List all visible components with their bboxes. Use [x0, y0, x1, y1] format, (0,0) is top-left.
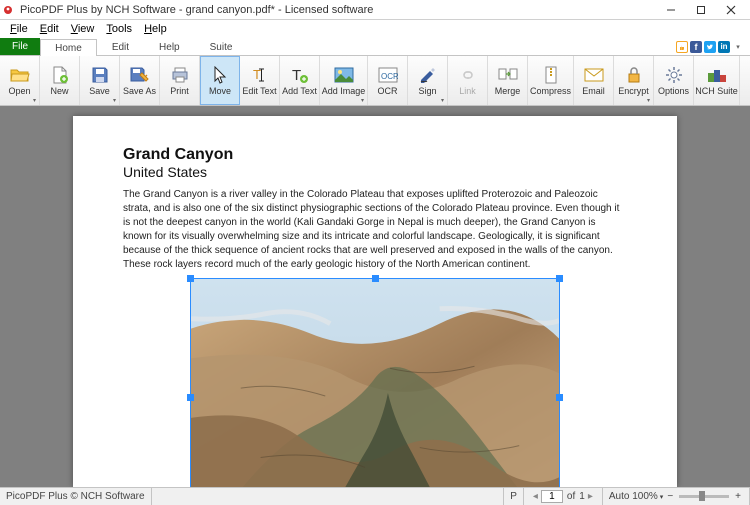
- workspace[interactable]: Grand Canyon United States The Grand Can…: [0, 106, 750, 487]
- chevron-down-icon: ▾: [113, 97, 116, 104]
- ocr-icon: OCR: [378, 65, 398, 85]
- save-icon: [91, 65, 109, 85]
- tab-edit[interactable]: Edit: [97, 38, 144, 55]
- gear-icon: [665, 65, 683, 85]
- compress-button[interactable]: Compress: [528, 56, 574, 105]
- zoom-in-button[interactable]: +: [733, 491, 743, 502]
- document-page[interactable]: Grand Canyon United States The Grand Can…: [73, 116, 677, 487]
- svg-text:T: T: [292, 67, 301, 84]
- edittext-button[interactable]: TEdit Text: [240, 56, 280, 105]
- title-bar: PicoPDF Plus by NCH Software - grand can…: [0, 0, 750, 20]
- page-navigator: ◂ of 1 ▸: [524, 488, 603, 505]
- print-icon: [171, 65, 189, 85]
- resize-handle-tr[interactable]: [556, 275, 563, 282]
- resize-handle-t[interactable]: [372, 275, 379, 282]
- new-button[interactable]: New: [40, 56, 80, 105]
- link-button[interactable]: Link: [448, 56, 488, 105]
- ocr-button[interactable]: OCROCR: [368, 56, 408, 105]
- menu-edit[interactable]: Edit: [34, 22, 65, 36]
- cursor-icon: [212, 65, 228, 85]
- status-bar: PicoPDF Plus © NCH Software P ◂ of 1 ▸ A…: [0, 487, 750, 505]
- image-icon: [334, 65, 354, 85]
- email-icon: [584, 65, 604, 85]
- share-dropdown-icon[interactable]: ▾: [732, 41, 744, 53]
- saveas-button[interactable]: Save As: [120, 56, 160, 105]
- new-document-icon: [52, 65, 68, 85]
- twitter-icon[interactable]: [704, 41, 716, 53]
- nchsuite-button[interactable]: NCH Suite: [694, 56, 740, 105]
- toolbar: Open▾ New Save▾ Save As Print Move TEdit…: [0, 56, 750, 106]
- merge-icon: [498, 65, 518, 85]
- resize-handle-l[interactable]: [187, 394, 194, 401]
- app-icon: [4, 4, 16, 16]
- options-button[interactable]: Options: [654, 56, 694, 105]
- chevron-down-icon: ▾: [441, 97, 444, 104]
- status-spacer: [152, 488, 505, 505]
- menu-help[interactable]: Help: [138, 22, 173, 36]
- addtext-button[interactable]: TAdd Text: [280, 56, 320, 105]
- zoom-label[interactable]: Auto 100%: [609, 491, 658, 502]
- addtext-icon: T: [291, 65, 309, 85]
- page-of-label: of: [563, 491, 579, 502]
- zoom-out-button[interactable]: −: [665, 491, 675, 502]
- resize-handle-r[interactable]: [556, 394, 563, 401]
- doc-body-text[interactable]: The Grand Canyon is a river valley in th…: [123, 188, 627, 272]
- like-icon[interactable]: [676, 41, 688, 53]
- close-button[interactable]: [716, 0, 746, 20]
- chevron-down-icon: ▾: [33, 97, 36, 104]
- page-current-input[interactable]: [541, 490, 563, 503]
- tab-file[interactable]: File: [0, 38, 40, 55]
- merge-button[interactable]: Merge: [488, 56, 528, 105]
- page-prev-icon[interactable]: ◂: [530, 491, 541, 502]
- compress-icon: [543, 65, 559, 85]
- canyon-image: [191, 279, 559, 487]
- zoom-dropdown-icon[interactable]: ▾: [658, 493, 666, 501]
- menu-bar: File Edit View Tools Help: [0, 20, 750, 38]
- doc-subheading[interactable]: United States: [123, 164, 627, 180]
- email-button[interactable]: Email: [574, 56, 614, 105]
- status-p: P: [504, 488, 524, 505]
- saveas-icon: [130, 65, 150, 85]
- chevron-down-icon: ▾: [361, 97, 364, 104]
- facebook-icon[interactable]: f: [690, 41, 702, 53]
- social-icons: f in ▾: [676, 38, 750, 55]
- link-icon: [459, 65, 477, 85]
- zoom-control: Auto 100% ▾ − +: [603, 488, 750, 505]
- print-button[interactable]: Print: [160, 56, 200, 105]
- maximize-button[interactable]: [686, 0, 716, 20]
- lock-icon: [626, 65, 642, 85]
- menu-view[interactable]: View: [65, 22, 101, 36]
- linkedin-icon[interactable]: in: [718, 41, 730, 53]
- zoom-slider-thumb[interactable]: [699, 491, 705, 501]
- tab-suite[interactable]: Suite: [195, 38, 248, 55]
- pen-icon: [419, 65, 437, 85]
- window-title: PicoPDF Plus by NCH Software - grand can…: [20, 4, 656, 16]
- encrypt-button[interactable]: Encrypt▾: [614, 56, 654, 105]
- resize-handle-tl[interactable]: [187, 275, 194, 282]
- selected-image[interactable]: [190, 278, 560, 487]
- status-app-label: PicoPDF Plus © NCH Software: [0, 488, 152, 505]
- tab-home[interactable]: Home: [40, 39, 97, 56]
- edittext-icon: T: [251, 65, 269, 85]
- open-button[interactable]: Open▾: [0, 56, 40, 105]
- svg-text:OCR: OCR: [381, 72, 398, 81]
- doc-heading[interactable]: Grand Canyon: [123, 146, 627, 164]
- menu-tools[interactable]: Tools: [100, 22, 138, 36]
- suite-icon: [707, 65, 727, 85]
- chevron-down-icon: ▾: [647, 97, 650, 104]
- save-button[interactable]: Save▾: [80, 56, 120, 105]
- sign-button[interactable]: Sign▾: [408, 56, 448, 105]
- ribbon-tabs: File Home Edit Help Suite f in ▾: [0, 38, 750, 56]
- zoom-slider[interactable]: [679, 495, 729, 498]
- tab-help[interactable]: Help: [144, 38, 195, 55]
- menu-file[interactable]: File: [4, 22, 34, 36]
- move-button[interactable]: Move: [200, 56, 240, 105]
- page-next-icon[interactable]: ▸: [585, 491, 596, 502]
- folder-open-icon: [10, 65, 30, 85]
- minimize-button[interactable]: [656, 0, 686, 20]
- addimage-button[interactable]: Add Image▾: [320, 56, 368, 105]
